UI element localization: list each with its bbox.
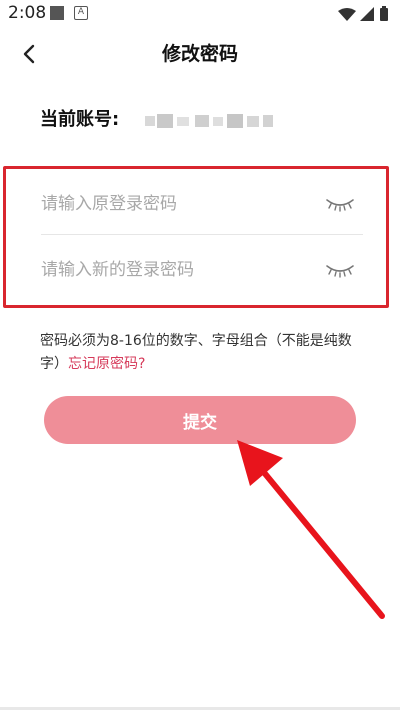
notification-square-icon [50, 6, 64, 20]
wifi-icon [338, 8, 356, 21]
original-password-field [41, 175, 363, 235]
submit-button[interactable]: 提交 [44, 396, 356, 444]
status-time: 2:08 [8, 3, 47, 23]
account-row: 当前账号: [40, 105, 370, 135]
status-bar: 2:08 A [0, 0, 400, 30]
nav-bar: 修改密码 [0, 30, 400, 78]
battery-icon [380, 6, 388, 21]
new-password-field [41, 241, 363, 301]
password-form [3, 166, 389, 308]
new-password-input[interactable] [41, 241, 301, 299]
notification-a-icon: A [74, 6, 88, 20]
status-icons [338, 6, 388, 21]
account-label: 当前账号: [40, 109, 120, 130]
password-hint: 密码必须为8-16位的数字、字母组合（不能是纯数字）忘记原密码? [40, 330, 370, 376]
signal-icon [360, 7, 374, 21]
eye-closed-icon[interactable] [325, 261, 355, 279]
eye-closed-icon[interactable] [325, 195, 355, 213]
original-password-input[interactable] [41, 175, 301, 233]
forgot-password-link[interactable]: 忘记原密码? [68, 356, 145, 372]
page-title: 修改密码 [161, 43, 238, 65]
account-value-redacted [145, 114, 273, 128]
